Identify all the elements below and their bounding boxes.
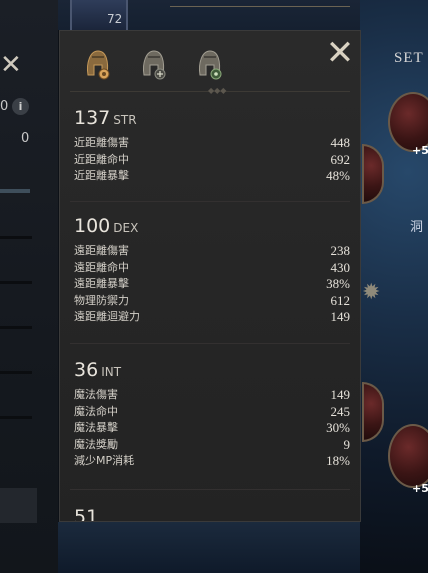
int-section: 36 INT 魔法傷害 149 魔法命中 245 魔法暴擊 30% 魔法獎勵 9 減少MP…: [74, 359, 350, 470]
str-abbr: STR: [113, 113, 137, 127]
stat-label: 遠距離傷害: [74, 244, 129, 257]
stat-value: 430: [330, 259, 351, 275]
stat-value: 30%: [326, 420, 350, 436]
left-divider: [0, 326, 32, 329]
dex-abbr: DEX: [113, 221, 139, 235]
set-text-partial: 洞: [410, 220, 424, 235]
dex-value: 100: [74, 215, 111, 237]
stat-label: 遠距離命中: [74, 260, 129, 274]
header-divider: ◆◆◆: [70, 86, 350, 95]
int-abbr: INT: [101, 365, 122, 379]
stat-label: 魔法傷害: [74, 388, 118, 401]
stat-value: 149: [330, 387, 351, 402]
stat-value: 612: [330, 292, 351, 308]
stat-row: 遠距離傷害 238: [74, 243, 350, 260]
stat-value: 149: [330, 309, 351, 325]
stat-row: 物理防禦力 612: [74, 293, 350, 310]
stat-row: 魔法獎勵 9: [74, 437, 350, 454]
left-close-icon[interactable]: ✕: [0, 52, 22, 78]
stat-label: 減少MP消耗: [74, 454, 135, 468]
character-level: 72: [107, 12, 123, 26]
stat-label: 遠距離迴避力: [74, 310, 140, 324]
stat-value: 692: [330, 151, 351, 167]
stat-row: 遠距離迴避力 149: [74, 309, 350, 326]
stat-row: 近距離暴擊 48%: [74, 168, 350, 185]
left-value-2: 0: [21, 131, 30, 146]
helm-plus-icon[interactable]: [138, 45, 168, 85]
stat-label: 物理防禦力: [74, 293, 129, 307]
stat-row: 近距離命中 692: [74, 152, 350, 169]
section-divider: [70, 489, 350, 490]
stat-label: 近距離暴擊: [74, 169, 129, 183]
enhance-label: +5: [412, 144, 428, 157]
left-divider: [0, 371, 32, 374]
helm-settings-icon[interactable]: [194, 45, 224, 85]
str-value: 137: [74, 107, 111, 129]
stat-label: 魔法暴擊: [74, 421, 118, 435]
dex-header: 100 DEX: [74, 215, 350, 237]
background-bottom: [58, 522, 360, 573]
stat-value: 448: [330, 135, 351, 150]
str-section: 137 STR 近距離傷害 448 近距離命中 692 近距離暴擊 48%: [74, 107, 350, 185]
stat-label: 近距離命中: [74, 152, 129, 166]
section-divider: [70, 201, 350, 202]
stats-tooltip: ✕ ◆◆◆ 137 STR 近距離傷害 448 近距離命中 692 近距離暴擊 …: [59, 30, 361, 522]
int-value: 36: [74, 359, 99, 381]
stat-value: 18%: [326, 453, 350, 469]
left-slot[interactable]: [0, 488, 37, 523]
dex-section: 100 DEX 遠距離傷害 238 遠距離命中 430 遠距離暴擊 38% 物理防禦力 6…: [74, 215, 350, 326]
stat-label: 近距離傷害: [74, 136, 129, 149]
divider-ornament: ◆◆◆: [208, 86, 227, 95]
stat-value: 48%: [326, 168, 350, 184]
top-ornament: [170, 0, 350, 7]
stat-value: 238: [330, 243, 351, 258]
stat-row: 近距離傷害 448: [74, 135, 350, 152]
close-icon[interactable]: ✕: [324, 36, 356, 70]
stat-value: 9: [343, 436, 351, 452]
stat-value: 38%: [326, 276, 350, 292]
left-value-1: 0: [0, 99, 9, 114]
stat-row: 遠距離暴擊 38%: [74, 276, 350, 293]
left-divider: [0, 281, 32, 284]
stat-label: 遠距離暴擊: [74, 277, 129, 291]
left-divider: [0, 236, 32, 239]
stat-label: 魔法獎勵: [74, 437, 118, 451]
set-label: SET: [394, 50, 424, 66]
stat-label: 魔法命中: [74, 404, 118, 418]
sun-emblem-icon: ✹: [362, 280, 381, 305]
stat-row: 遠距離命中 430: [74, 260, 350, 277]
left-divider: [0, 416, 32, 419]
stat-row: 魔法暴擊 30%: [74, 420, 350, 437]
str-header: 137 STR: [74, 107, 350, 129]
helm-gear-icon[interactable]: [82, 45, 112, 85]
int-header: 36 INT: [74, 359, 350, 381]
stat-row: 減少MP消耗 18%: [74, 453, 350, 470]
left-progress-bar: [0, 189, 30, 193]
enhance-label: +5: [412, 482, 428, 495]
next-attribute-value: 51: [74, 506, 99, 522]
section-divider: [70, 343, 350, 344]
info-icon[interactable]: i: [12, 98, 29, 115]
stat-row: 魔法傷害 149: [74, 387, 350, 404]
stat-row: 魔法命中 245: [74, 404, 350, 421]
stat-value: 245: [330, 403, 351, 419]
